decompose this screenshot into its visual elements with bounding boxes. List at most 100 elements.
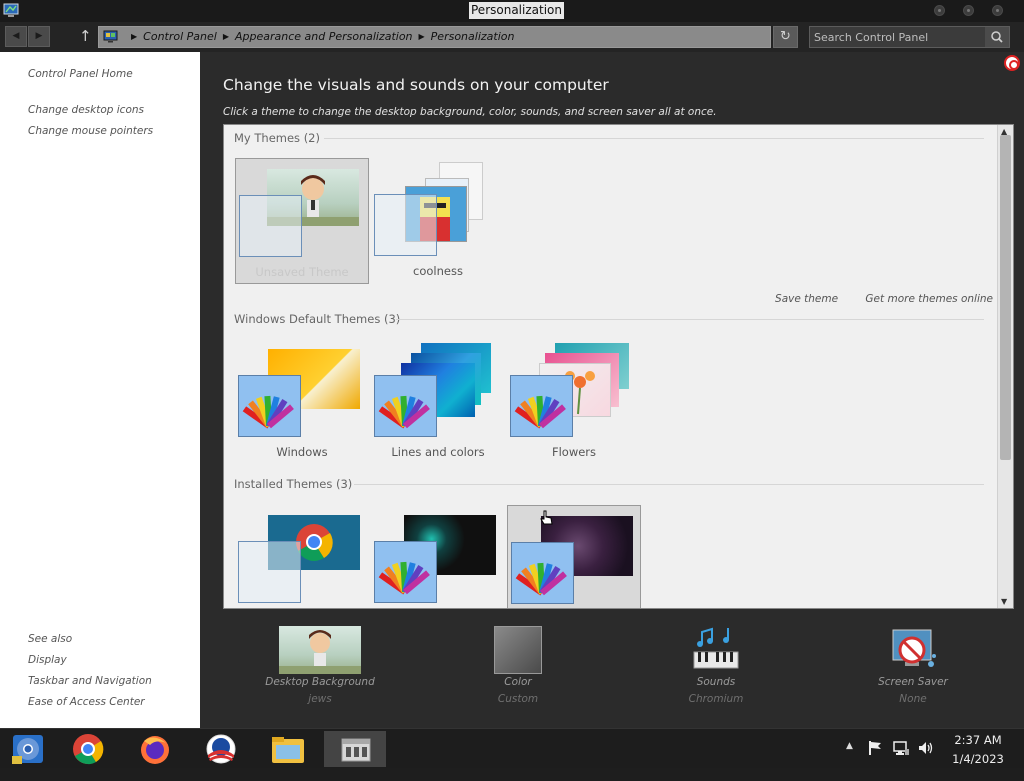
obama-logo-icon [206,734,236,764]
hand-cursor-icon [540,510,553,525]
clock-time: 2:37 AM [954,733,1002,747]
color-swatch [238,375,301,437]
cartoon-character-preview [279,630,361,674]
group-divider [354,484,984,485]
color-label: Color [504,676,532,688]
desktop-background-setting[interactable]: Desktop Background jews [255,626,385,705]
desktop-background-value: jews [308,693,332,705]
search-button[interactable] [985,27,1009,47]
theme-label: Windows [276,445,328,459]
taskbar-obama-logo[interactable] [190,731,252,767]
volume-icon[interactable] [917,740,935,780]
scrollbar-thumb[interactable] [1000,135,1011,460]
chevron-right-icon[interactable]: ▶ [419,27,425,47]
theme-installed-bokeh[interactable] [507,505,641,608]
search-input[interactable] [814,28,982,46]
group-divider [324,138,984,139]
page-subtitle: Click a theme to change the desktop back… [223,106,717,118]
main-content: Change the visuals and sounds on your co… [200,52,1024,728]
group-windows-default: Windows Default Themes (3) [234,312,401,326]
screen-saver-label: Screen Saver [878,676,948,688]
theme-links: Save theme Get more themes online [751,293,993,305]
monitor-icon [3,3,19,17]
chevron-right-icon[interactable]: ▶ [223,27,229,47]
chevron-right-icon: ▶ [131,32,138,41]
breadcrumb-control-panel[interactable]: Control Panel [143,30,217,43]
color-swatch [374,541,437,603]
clock[interactable]: 2:37 AM 1/4/2023 [936,732,1020,767]
taskbar-chromium[interactable] [0,731,62,767]
search-icon [991,31,1003,43]
breadcrumb: ▶ Control Panel ▶ Appearance and Personaliz… [125,27,514,47]
save-theme-link[interactable]: Save theme [775,293,838,305]
sidebar-change-mouse-pointers[interactable]: Change mouse pointers [28,125,153,137]
sidebar-change-desktop-icons[interactable]: Change desktop icons [28,104,144,116]
sidebar: Control Panel Home Change desktop icons … [0,52,200,728]
color-swatch [238,541,301,603]
breadcrumb-personalization[interactable]: Personalization [431,30,515,43]
chromium-icon [12,735,43,764]
desktop-background-thumbnail [279,626,361,674]
refresh-button[interactable]: ↻ [773,26,798,48]
group-divider [396,319,984,320]
desktop-background-label: Desktop Background [265,676,375,688]
screen-saver-setting[interactable]: Screen Saver None [848,626,978,705]
sidebar-control-panel-home[interactable]: Control Panel Home [28,68,133,80]
theme-lines-and-colors[interactable]: Lines and colors [371,339,505,465]
maximize-button[interactable] [963,5,974,16]
flag-icon[interactable] [867,740,883,780]
theme-installed-chrome[interactable] [235,505,369,608]
control-panel-icon [103,30,118,43]
breadcrumb-appearance[interactable]: Appearance and Personalization [235,30,413,43]
sounds-icon [693,627,739,669]
chrome-icon [73,734,104,765]
taskbar-file-explorer[interactable] [256,731,318,767]
themes-list[interactable]: My Themes (2) Unsaved Theme coolness Sav… [223,124,1014,609]
color-fan-icon [515,562,567,596]
theme-label: Lines and colors [391,445,485,459]
personalization-window: Personalization ◀ ▶ ↑ ▶ Control Panel ▶ App… [0,0,1024,728]
screen-saver-icon [892,629,936,667]
forward-button[interactable]: ▶ [28,26,50,47]
help-lifebuoy-icon[interactable] [1004,55,1020,71]
sidebar-taskbar-navigation-link[interactable]: Taskbar and Navigation [28,675,152,687]
taskbar-firefox[interactable] [124,731,186,767]
minimize-button[interactable] [934,5,945,16]
theme-coolness[interactable]: coolness [371,158,505,284]
theme-unsaved[interactable]: Unsaved Theme [235,158,369,284]
color-swatch [374,194,437,256]
theme-label: Unsaved Theme [255,265,349,279]
color-fan-icon [242,395,294,429]
search-box[interactable] [809,26,1010,48]
sounds-setting[interactable]: Sounds Chromium [651,626,781,705]
address-bar[interactable]: ▶ Control Panel ▶ Appearance and Personaliz… [98,26,771,48]
scroll-down-arrow-icon[interactable]: ▼ [1001,597,1007,606]
color-thumbnail [494,626,542,674]
color-fan-icon [378,395,430,429]
theme-label: coolness [413,264,463,278]
close-button[interactable] [992,5,1003,16]
theme-windows[interactable]: Windows [235,339,369,465]
screen-saver-value: None [899,693,927,705]
color-swatch [374,375,437,437]
theme-installed-dark[interactable] [371,505,505,608]
back-button[interactable]: ◀ [5,26,27,47]
network-icon[interactable] [892,740,910,780]
navigation-bar: ◀ ▶ ↑ ▶ Control Panel ▶ Appearance and Pers… [0,22,1024,52]
sidebar-ease-of-access-link[interactable]: Ease of Access Center [28,696,145,708]
sidebar-display-link[interactable]: Display [28,654,67,666]
title-bar: Personalization [0,0,1024,22]
taskbar-control-panel[interactable] [324,731,386,767]
theme-flowers[interactable]: Flowers [507,339,641,465]
firefox-icon [141,736,169,764]
file-explorer-icon [272,737,304,763]
page-title: Change the visuals and sounds on your co… [223,76,609,94]
tray-chevron-icon[interactable]: ▲ [846,741,853,781]
clock-date: 1/4/2023 [952,752,1004,766]
get-more-themes-link[interactable]: Get more themes online [865,293,993,305]
up-arrow-button[interactable]: ↑ [79,27,92,45]
taskbar-chrome[interactable] [58,731,120,767]
color-setting[interactable]: Color Custom [453,626,583,705]
themes-scrollbar[interactable]: ▲ ▼ [997,125,1013,608]
window-title: Personalization [469,2,564,19]
